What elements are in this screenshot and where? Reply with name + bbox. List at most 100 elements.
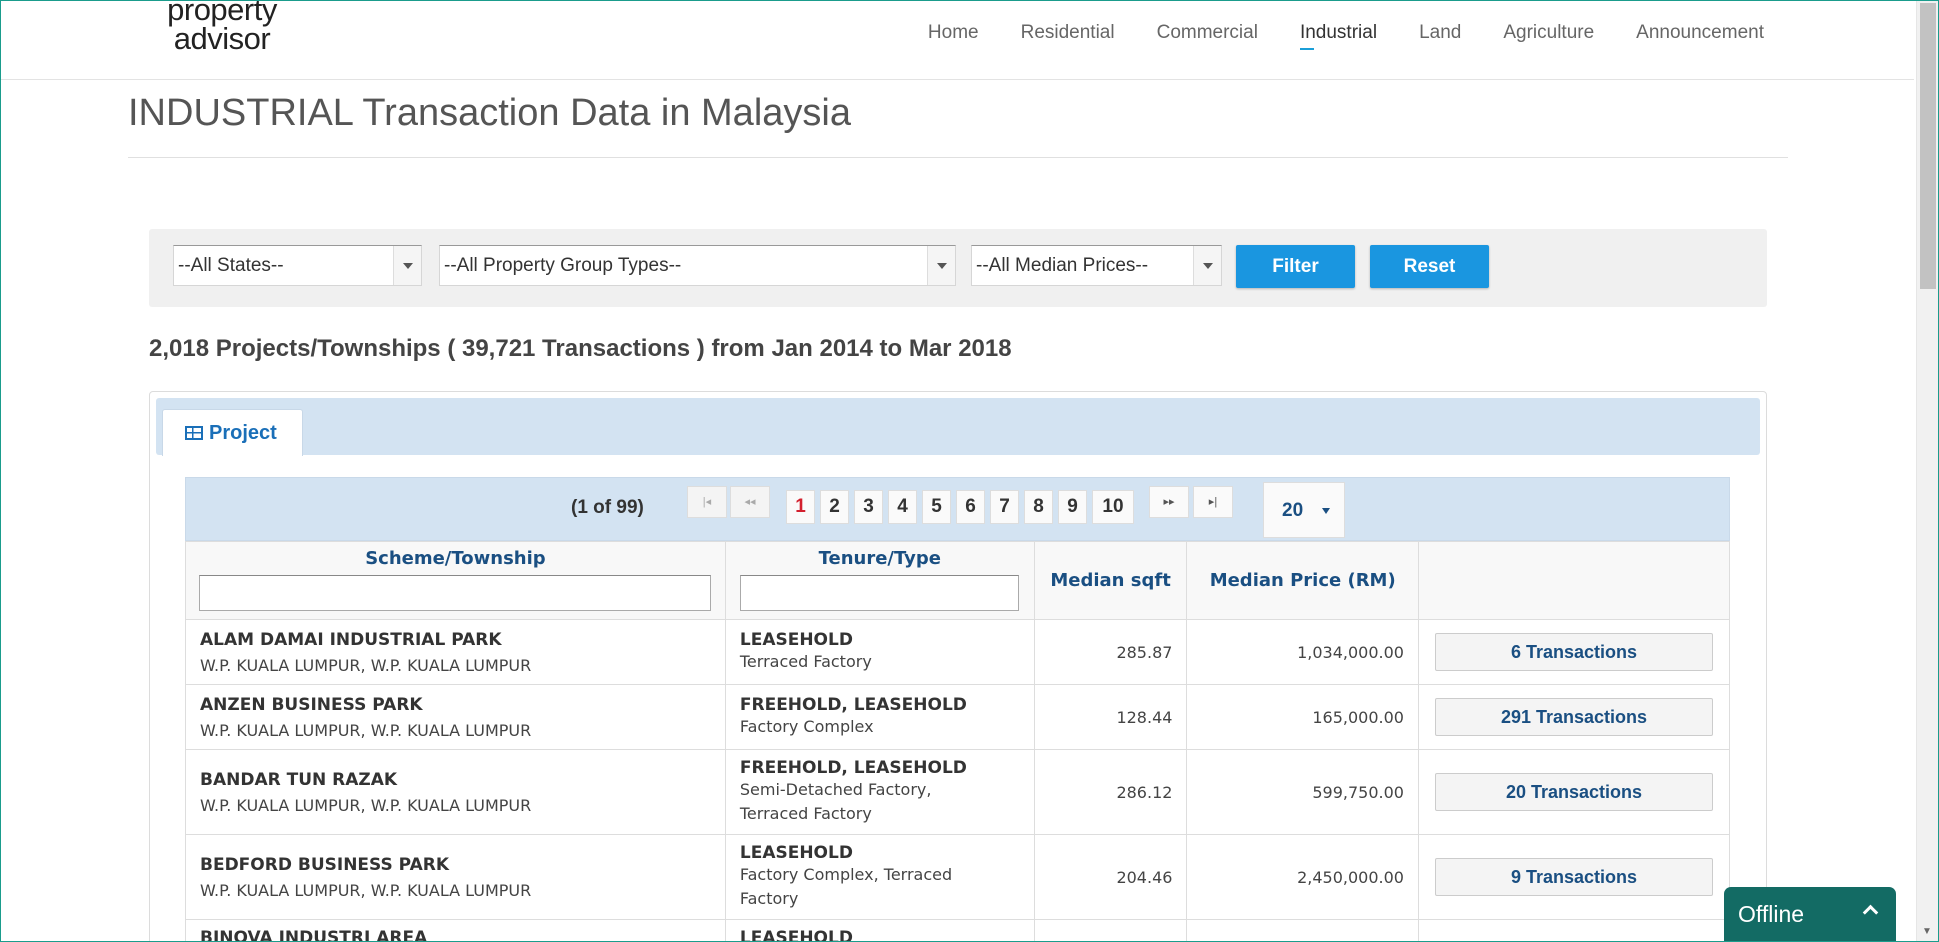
page-10-button[interactable]: 10: [1092, 490, 1134, 524]
row-type-line-2: Factory: [739, 889, 799, 908]
scheme-filter-input[interactable]: [199, 575, 712, 611]
nav-land[interactable]: Land: [1419, 22, 1461, 50]
header-scheme: Scheme/Township: [185, 541, 726, 620]
prev-page-icon[interactable]: ◂◂: [730, 486, 770, 518]
header-scheme-label: Scheme/Township: [365, 548, 546, 569]
reset-button[interactable]: Reset: [1370, 245, 1489, 288]
main-nav: Home Residential Commercial Industrial L…: [886, 22, 1764, 50]
row-actions: [1417, 919, 1731, 942]
logo-line-2: advisor: [173, 21, 271, 56]
table-header-row: Scheme/Township Tenure/Type Median sqft …: [185, 541, 1731, 620]
nav-home[interactable]: Home: [928, 22, 979, 50]
median-price-select-value: --All Median Prices--: [976, 255, 1149, 276]
paginator: (1 of 99) |◂ ◂◂ 1 2 3 4 5 6 7 8 9 10 ▸▸ …: [185, 477, 1730, 541]
site-logo[interactable]: property advisor: [152, 0, 292, 54]
row-transactions-button[interactable]: 291 Transactions: [1434, 698, 1713, 736]
row-median-sqft: 286.12: [1033, 749, 1188, 835]
page-info: (1 of 99): [571, 497, 644, 518]
row-type: Terraced Factory: [739, 652, 872, 671]
page-8-button[interactable]: 8: [1024, 490, 1053, 524]
row-location: W.P. KUALA LUMPUR, W.P. KUALA LUMPUR: [200, 720, 532, 740]
nav-residential[interactable]: Residential: [1021, 22, 1115, 50]
table-row: BINOVA INDUSTRI AREA LEASEHOLD: [185, 919, 1731, 942]
chevron-down-icon[interactable]: [393, 246, 421, 285]
row-tenure: LEASEHOLD: [739, 928, 853, 942]
next-page-icon[interactable]: ▸▸: [1149, 486, 1189, 518]
chevron-down-icon[interactable]: [1193, 246, 1221, 285]
header-actions: [1417, 541, 1731, 620]
row-name: ANZEN BUSINESS PARK: [200, 694, 423, 715]
row-median-sqft: [1033, 919, 1188, 942]
page-2-button[interactable]: 2: [820, 490, 849, 524]
row-median-price: 1,034,000.00: [1186, 619, 1419, 685]
nav-industrial[interactable]: Industrial: [1299, 22, 1377, 50]
tab-project-label: Project: [209, 422, 277, 444]
table-row: ANZEN BUSINESS PARK W.P. KUALA LUMPUR, W.…: [185, 684, 1731, 750]
row-name: BANDAR TUN RAZAK: [200, 769, 398, 790]
chevron-down-icon[interactable]: [927, 246, 955, 285]
page-title: INDUSTRIAL Transaction Data in Malaysia: [128, 92, 851, 134]
row-median-price: 165,000.00: [1186, 684, 1419, 750]
table-row: ALAM DAMAI INDUSTRIAL PARK W.P. KUALA LUM…: [185, 619, 1731, 685]
scroll-down-arrow-icon[interactable]: ▼: [1922, 926, 1932, 937]
results-summary: 2,018 Projects/Townships ( 39,721 Transa…: [149, 335, 1012, 362]
results-panel: Project (1 of 99) |◂ ◂◂ 1 2 3 4 5 6 7 8 …: [149, 391, 1767, 942]
states-select-value: --All States--: [178, 255, 284, 276]
top-navbar: property advisor Home Residential Commer…: [0, 0, 1914, 80]
row-tenure: FREEHOLD, LEASEHOLD: [739, 695, 967, 715]
last-page-icon[interactable]: ▸|: [1193, 486, 1233, 518]
header-median-sqft[interactable]: Median sqft: [1033, 541, 1188, 620]
tab-project[interactable]: Project: [162, 409, 303, 456]
row-type-line-1: Factory Complex, Terraced: [739, 865, 953, 884]
nav-agriculture[interactable]: Agriculture: [1503, 22, 1594, 50]
page-3-button[interactable]: 3: [854, 490, 883, 524]
table-row: BEDFORD BUSINESS PARK W.P. KUALA LUMPUR, …: [185, 834, 1731, 920]
tab-strip: Project: [156, 398, 1760, 456]
table-icon: [185, 426, 203, 440]
offline-chat-widget[interactable]: Offline: [1724, 887, 1896, 942]
row-type: Factory Complex: [739, 717, 874, 736]
scrollbar-thumb[interactable]: [1920, 3, 1936, 289]
row-type-line-2: Terraced Factory: [739, 804, 872, 823]
row-median-price: 2,450,000.00: [1186, 834, 1419, 920]
page-6-button[interactable]: 6: [956, 490, 985, 524]
row-name: BINOVA INDUSTRI AREA: [200, 928, 428, 942]
group-type-select-value: --All Property Group Types--: [444, 255, 682, 276]
row-median-sqft: 204.46: [1033, 834, 1188, 920]
rows-per-page-select[interactable]: 20: [1263, 482, 1345, 538]
page-scrollbar[interactable]: ▼: [1916, 1, 1938, 941]
row-location: W.P. KUALA LUMPUR, W.P. KUALA LUMPUR: [200, 880, 532, 900]
row-transactions-button[interactable]: 9 Transactions: [1434, 858, 1713, 896]
page-7-button[interactable]: 7: [990, 490, 1019, 524]
row-median-price: [1186, 919, 1419, 942]
transactions-table: Scheme/Township Tenure/Type Median sqft …: [185, 541, 1731, 942]
row-type-line-1: Semi-Detached Factory,: [739, 780, 932, 799]
median-price-select[interactable]: --All Median Prices--: [971, 245, 1222, 286]
states-select[interactable]: --All States--: [173, 245, 422, 286]
filter-bar: --All States-- --All Property Group Type…: [149, 229, 1767, 307]
row-tenure: LEASEHOLD: [739, 630, 853, 650]
tenure-filter-input[interactable]: [740, 575, 1020, 611]
page-9-button[interactable]: 9: [1058, 490, 1087, 524]
first-page-icon[interactable]: |◂: [687, 486, 727, 518]
title-divider: [128, 157, 1788, 158]
page-4-button[interactable]: 4: [888, 490, 917, 524]
property-group-type-select[interactable]: --All Property Group Types--: [439, 245, 956, 286]
nav-commercial[interactable]: Commercial: [1157, 22, 1258, 50]
header-median-price[interactable]: Median Price (RM): [1186, 541, 1419, 620]
table-row: BANDAR TUN RAZAK W.P. KUALA LUMPUR, W.P. …: [185, 749, 1731, 835]
row-transactions-button[interactable]: 20 Transactions: [1434, 773, 1713, 811]
row-name: BEDFORD BUSINESS PARK: [200, 854, 449, 875]
row-location: W.P. KUALA LUMPUR, W.P. KUALA LUMPUR: [200, 795, 532, 815]
row-transactions-button[interactable]: 6 Transactions: [1434, 633, 1713, 671]
row-median-sqft: 285.87: [1033, 619, 1188, 685]
nav-announcement[interactable]: Announcement: [1636, 22, 1764, 50]
filter-button[interactable]: Filter: [1236, 245, 1355, 288]
chevron-up-icon[interactable]: [1862, 904, 1879, 921]
header-tenure: Tenure/Type: [724, 541, 1035, 620]
row-name: ALAM DAMAI INDUSTRIAL PARK: [200, 629, 502, 650]
page-5-button[interactable]: 5: [922, 490, 951, 524]
page-1-button[interactable]: 1: [786, 490, 815, 524]
row-median-price: 599,750.00: [1186, 749, 1419, 835]
row-tenure: FREEHOLD, LEASEHOLD: [739, 758, 967, 778]
